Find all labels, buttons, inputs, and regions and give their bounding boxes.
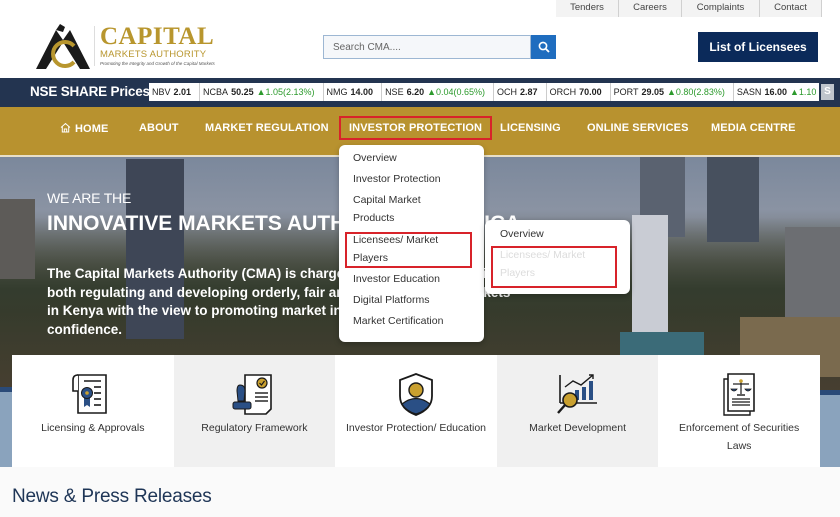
ticker-change: ▲1.05(2.13%)	[256, 87, 315, 97]
hero-subtitle: WE ARE THE	[47, 190, 132, 206]
feature-label: Licensing & Approvals	[41, 422, 145, 434]
ticker-symbol: OCH	[497, 87, 518, 97]
logo-title: CAPITAL	[100, 23, 215, 50]
ticker-item: OCH 2.87	[494, 83, 547, 101]
logo-mark-icon	[36, 24, 90, 69]
dropdown-item-investor-education[interactable]: Investor Education	[353, 270, 440, 289]
ticker-symbol: PORT	[613, 87, 639, 97]
ticker-price: 6.20	[406, 87, 425, 97]
cards-side-panel	[820, 390, 840, 467]
dropdown-item-digital-platforms[interactable]: Digital Platforms	[353, 291, 429, 310]
hero-building	[632, 215, 668, 335]
highlight-box	[345, 232, 472, 268]
dropdown-item-overview[interactable]: Overview	[353, 149, 397, 168]
utility-link-careers[interactable]: Careers	[619, 0, 682, 17]
ticker-item: NSE 6.20 ▲0.04(0.65%)	[382, 83, 495, 101]
dropdown-item-capital-market-products[interactable]: Capital Market	[353, 191, 421, 210]
ticker-item: ORCH 70.00	[547, 83, 611, 101]
ticker-change: ▲0.04(0.65%)	[427, 87, 486, 97]
nav-item-investor-protection[interactable]: INVESTOR PROTECTION	[339, 116, 493, 140]
nav-item-market-regulation[interactable]: MARKET REGULATION	[205, 122, 329, 134]
feature-cards: Licensing & Approvals Regulatory Framewo…	[12, 355, 820, 467]
certificate-icon	[71, 374, 107, 414]
feature-card-licensing[interactable]: Licensing & Approvals	[12, 355, 174, 467]
utility-nav: Tenders Careers Complaints Contact	[556, 0, 822, 17]
utility-link-complaints[interactable]: Complaints	[682, 0, 760, 17]
highlight-box	[491, 246, 617, 288]
feature-card-regulatory[interactable]: Regulatory Framework	[173, 355, 336, 467]
ticker-label: NSE SHARE Prices	[30, 84, 150, 99]
home-icon	[60, 122, 71, 133]
dropdown-item-investor-protection[interactable]: Investor Protection	[353, 170, 441, 189]
feature-label: Regulatory Framework	[201, 422, 308, 434]
ticker-price: 29.05	[641, 87, 664, 97]
cards-side-bar	[820, 390, 840, 395]
ticker-item: NMG 14.00	[324, 83, 383, 101]
search-input[interactable]	[323, 35, 531, 59]
search-icon	[538, 41, 550, 53]
ticker-item: PORT 29.05 ▲0.80(2.83%)	[611, 83, 734, 101]
cards-side-panel	[0, 387, 12, 467]
feature-card-enforcement[interactable]: Enforcement of Securities Laws	[658, 355, 820, 467]
logo-subtitle: MARKETS AUTHORITY	[100, 49, 207, 60]
nav-item-licensing[interactable]: LICENSING	[500, 122, 561, 134]
cards-side-bar	[0, 387, 12, 392]
ticker-item: NCBA 50.25 ▲1.05(2.13%)	[200, 83, 324, 101]
logo-divider	[94, 26, 95, 66]
utility-link-tenders[interactable]: Tenders	[556, 0, 619, 17]
nav-label: HOME	[75, 123, 109, 135]
shield-person-icon	[399, 373, 433, 416]
ticker-price: 2.01	[173, 87, 192, 97]
ticker-change: ▲0.80(2.83%)	[666, 87, 725, 97]
nav-item-home[interactable]: HOME	[60, 122, 108, 135]
ticker-symbol: NBV	[152, 87, 171, 97]
ticker-symbol: NCBA	[203, 87, 229, 97]
hero-building	[707, 157, 759, 242]
ticker-symbol: NSE	[385, 87, 404, 97]
utility-link-contact[interactable]: Contact	[760, 0, 822, 17]
feature-label: Enforcement of Securities Laws	[679, 422, 800, 452]
stamp-document-icon	[232, 374, 273, 415]
ticker-price: 14.00	[350, 87, 374, 97]
dropdown-item-capital-market-products-2[interactable]: Products	[353, 209, 394, 228]
ticker-symbol: ORCH	[549, 87, 577, 97]
feature-label: Investor Protection/ Education	[345, 422, 487, 434]
ticker-toggle-button[interactable]: S	[821, 84, 834, 100]
investor-protection-dropdown: Overview Investor Protection Capital Mar…	[339, 145, 484, 342]
nav-item-media-centre[interactable]: MEDIA CENTRE	[711, 122, 796, 134]
logo-tagline: Promoting the Integrity and Growth of th…	[100, 61, 215, 66]
ticker-symbol: NMG	[326, 87, 348, 97]
ticker-change: ▲1.10	[789, 87, 817, 97]
feature-card-investor-protection[interactable]: Investor Protection/ Education	[335, 355, 497, 467]
ticker-item: SASN 16.00 ▲1.10	[734, 83, 819, 101]
ticker-item: NBV 2.01	[149, 83, 201, 101]
hero-building	[0, 199, 35, 279]
search-bar	[323, 35, 556, 59]
ticker-price: 50.25	[231, 87, 254, 97]
ticker-price: 70.00	[579, 87, 602, 97]
submenu-item-overview[interactable]: Overview	[500, 225, 544, 244]
scales-document-icon	[723, 373, 755, 416]
licensees-submenu: Overview Licensees/ Market Players	[485, 220, 630, 294]
ticker-price: 16.00	[764, 87, 787, 97]
nav-item-online-services[interactable]: ONLINE SERVICES	[587, 122, 689, 134]
share-price-ticker: NSE SHARE Prices NBV 2.01 NCBA 50.25 ▲1.05(…	[0, 78, 840, 107]
ticker-strip: NBV 2.01 NCBA 50.25 ▲1.05(2.13%) NMG 14.00 N…	[149, 83, 819, 101]
feature-label: Market Development	[529, 422, 627, 434]
ticker-price: 2.87	[520, 87, 538, 97]
cma-logo[interactable]: CAPITAL MARKETS AUTHORITY Promoting the …	[34, 23, 215, 70]
nav-item-about[interactable]: ABOUT	[139, 122, 179, 134]
ticker-symbol: SASN	[736, 87, 762, 97]
dropdown-item-market-certification[interactable]: Market Certification	[353, 312, 443, 331]
news-heading: News & Press Releases	[12, 486, 212, 507]
chart-magnifier-icon	[556, 374, 597, 414]
list-of-licensees-button[interactable]: List of Licensees	[698, 32, 818, 62]
feature-card-market-development[interactable]: Market Development	[496, 355, 659, 467]
search-button[interactable]	[531, 35, 556, 59]
